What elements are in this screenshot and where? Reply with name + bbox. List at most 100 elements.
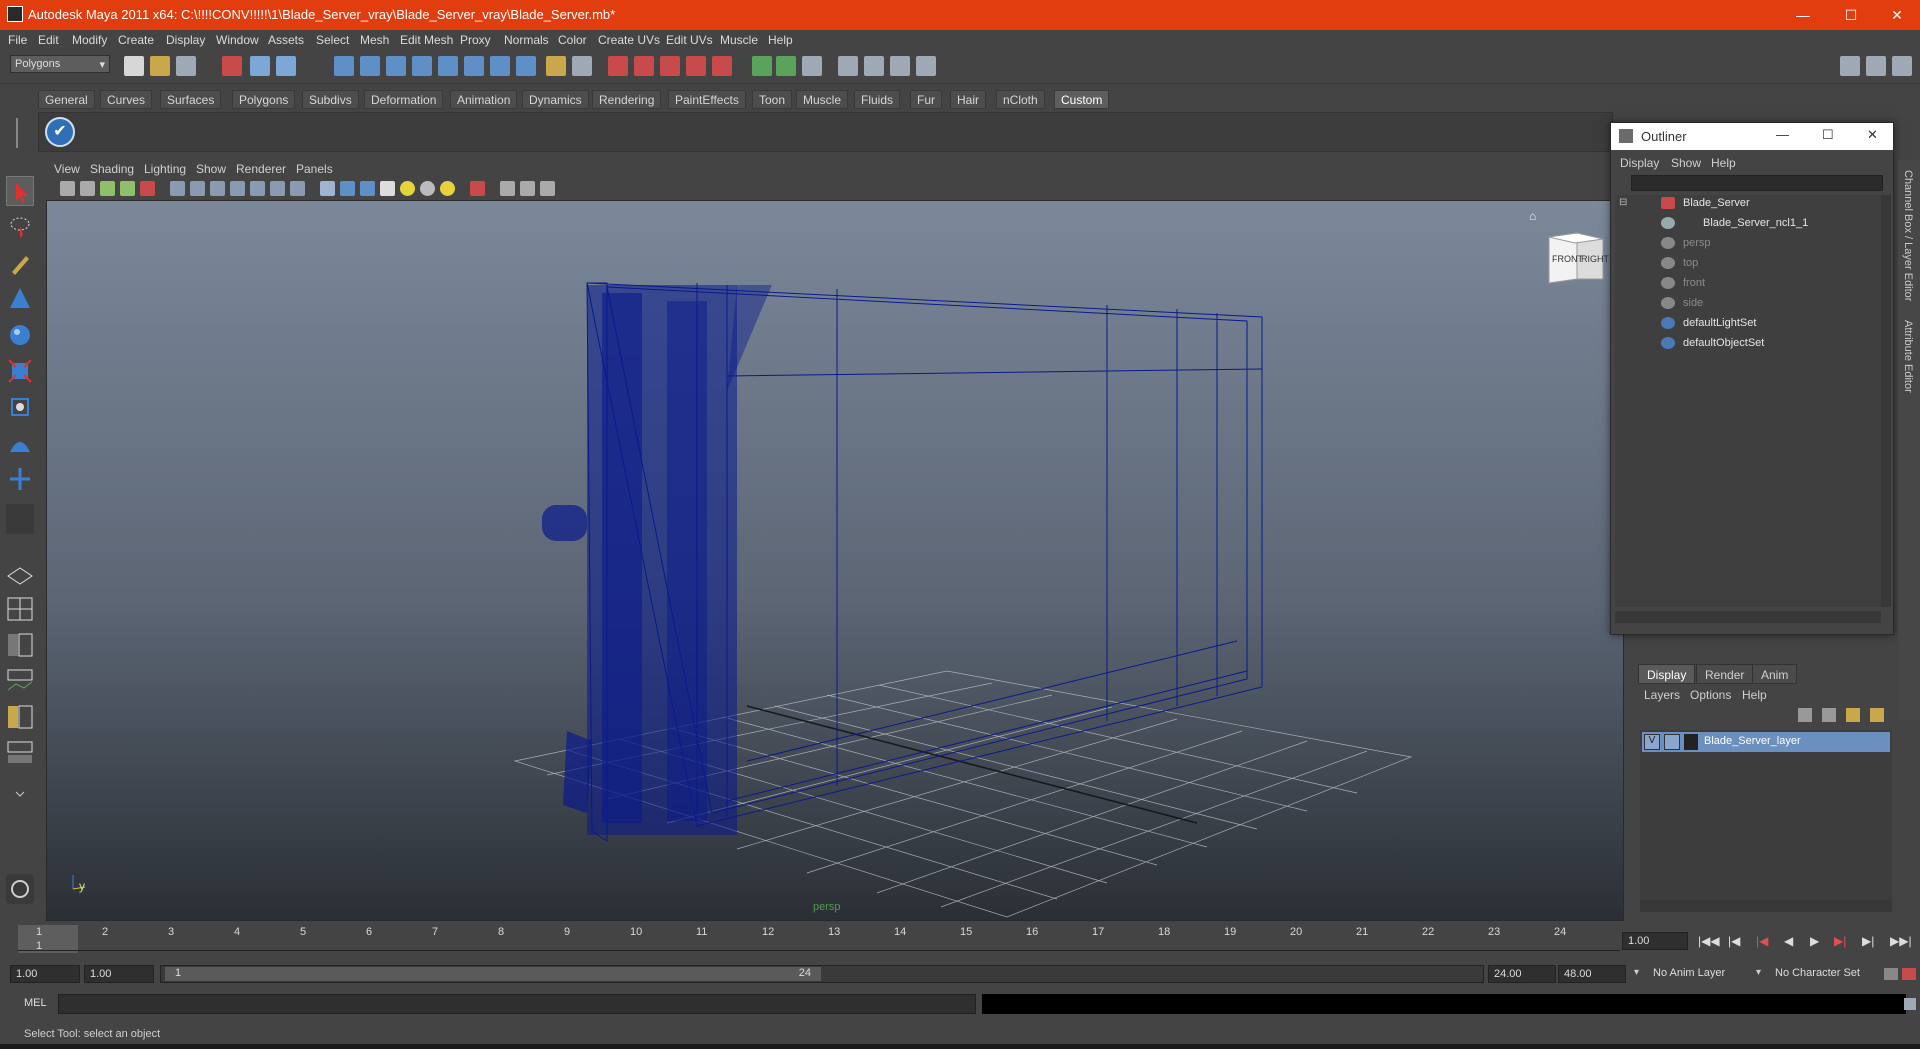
character-set-dropdown[interactable]: No Character Set	[1770, 965, 1880, 983]
panel-menu-lighting[interactable]: Lighting	[144, 162, 186, 176]
layer-horizontal-scrollbar[interactable]	[1640, 900, 1892, 912]
close-button[interactable]: ✕	[1874, 0, 1920, 30]
shelf-tab-dynamics[interactable]: Dynamics	[522, 90, 589, 109]
step-back-key-icon[interactable]: |◀	[1728, 934, 1740, 948]
menu-select[interactable]: Select	[316, 33, 349, 47]
new-scene-icon[interactable]	[124, 56, 144, 76]
attribute-editor-icon[interactable]	[890, 56, 910, 76]
step-forward-frame-icon[interactable]: ▶|	[1834, 934, 1846, 948]
shelf-tab-fluids[interactable]: Fluids	[854, 90, 901, 109]
layer-menu-layers[interactable]: Layers	[1644, 688, 1680, 702]
shelf-tab-fur[interactable]: Fur	[910, 90, 942, 109]
rotate-tool-icon[interactable]	[6, 320, 34, 350]
shelf-tab-animation[interactable]: Animation	[450, 90, 518, 109]
history-icon[interactable]	[608, 56, 628, 76]
manipulator-tool-icon[interactable]	[6, 392, 34, 422]
outliner-maximize-button[interactable]: ☐	[1822, 127, 1834, 143]
outliner-horizontal-scrollbar[interactable]	[1615, 611, 1881, 623]
tool-settings-icon[interactable]	[916, 56, 936, 76]
menu-muscle[interactable]: Muscle	[720, 33, 758, 47]
paint-select-tool-icon[interactable]	[6, 248, 34, 278]
current-time-field[interactable]: 1.00	[1622, 932, 1688, 950]
animation-end-field[interactable]: 48.00	[1558, 965, 1626, 983]
four-view-layout-icon[interactable]	[6, 594, 34, 624]
help-query-icon[interactable]	[516, 56, 536, 76]
key-icon[interactable]	[1884, 968, 1898, 980]
range-slider-handle[interactable]: 1 24	[165, 967, 821, 981]
scale-tool-icon[interactable]	[6, 356, 34, 386]
toggle-channel-box-icon[interactable]	[1840, 56, 1860, 76]
menu-edit-mesh[interactable]: Edit Mesh	[400, 33, 453, 47]
menu-modify[interactable]: Modify	[72, 33, 107, 47]
gate-mask-icon[interactable]	[230, 181, 245, 196]
snap-grid-icon[interactable]	[334, 56, 354, 76]
open-scene-icon[interactable]	[150, 56, 170, 76]
layer-tab-anim[interactable]: Anim	[1752, 664, 1798, 684]
film-gate-icon[interactable]	[190, 181, 205, 196]
layer-color-swatch[interactable]	[1684, 734, 1698, 750]
chevron-down-icon[interactable]: ▾	[1756, 967, 1761, 978]
current-frame-marker[interactable]	[18, 925, 78, 953]
minimize-button[interactable]: —	[1780, 0, 1826, 30]
layer-menu-options[interactable]: Options	[1690, 688, 1731, 702]
render-region-icon[interactable]	[686, 56, 706, 76]
hypershade-icon[interactable]	[838, 56, 858, 76]
view-cube[interactable]: FRONT RIGHT	[1541, 229, 1609, 285]
new-layer-icon[interactable]	[1846, 708, 1860, 722]
menu-edit-uvs[interactable]: Edit UVs	[666, 33, 713, 47]
attribute-editor-tab[interactable]: Attribute Editor	[1902, 320, 1914, 393]
mel-input[interactable]	[58, 994, 976, 1014]
hypershade-layout-icon[interactable]	[6, 702, 34, 732]
outliner-search-input[interactable]	[1631, 175, 1883, 191]
step-back-frame-icon[interactable]: |◀	[1756, 934, 1768, 948]
move-layer-up-icon[interactable]	[1798, 708, 1812, 722]
persp-trax-layout-icon[interactable]	[6, 738, 34, 768]
time-slider[interactable]: 1 1 2 3 4 5 6 7 8 9 10 11 12 13 14 15 16…	[14, 921, 1626, 957]
use-all-lights-icon[interactable]	[400, 181, 415, 196]
shelf-tab-subdivs[interactable]: Subdivs	[302, 90, 359, 109]
range-slider-track[interactable]: 1 24	[160, 965, 1484, 983]
menu-assets[interactable]: Assets	[268, 33, 304, 47]
snap-curve-icon[interactable]	[360, 56, 380, 76]
lasso-tool-icon[interactable]	[6, 212, 34, 242]
image-plane-icon[interactable]	[120, 181, 135, 196]
play-backwards-icon[interactable]: ◀	[1784, 934, 1793, 948]
outliner-vertical-scrollbar[interactable]	[1881, 195, 1891, 607]
new-layer-selected-icon[interactable]	[1870, 708, 1884, 722]
maximize-button[interactable]: ☐	[1828, 0, 1874, 30]
smooth-shade-icon[interactable]	[340, 181, 355, 196]
menu-help[interactable]: Help	[768, 33, 793, 47]
xray-joints-icon[interactable]	[520, 181, 535, 196]
ipr-render-icon[interactable]	[776, 56, 796, 76]
select-hierarchy-icon[interactable]	[222, 56, 242, 76]
isolate-select-icon[interactable]	[470, 181, 485, 196]
shelf-tab-rendering[interactable]: Rendering	[592, 90, 662, 109]
panel-menu-panels[interactable]: Panels	[296, 162, 333, 176]
textured-icon[interactable]	[380, 181, 395, 196]
shelf-tab-surfaces[interactable]: Surfaces	[160, 90, 222, 109]
shelf-tab-toon[interactable]: Toon	[752, 90, 793, 109]
shadows-icon[interactable]	[420, 181, 435, 196]
show-manipulator-tool-icon[interactable]	[6, 464, 34, 494]
outliner-item[interactable]: Blade_Server_ncl1_1	[1703, 217, 1808, 229]
wireframe-on-shaded-icon[interactable]	[360, 181, 375, 196]
select-object-icon[interactable]	[250, 56, 270, 76]
lock-icon[interactable]	[546, 56, 566, 76]
layer-tab-display[interactable]: Display	[1638, 664, 1696, 684]
outliner-item[interactable]: defaultObjectSet	[1683, 337, 1764, 349]
snap-view-icon[interactable]	[490, 56, 510, 76]
soft-modification-tool-icon[interactable]	[6, 428, 34, 458]
layer-visibility-toggle[interactable]: V	[1644, 734, 1660, 750]
menu-create[interactable]: Create	[118, 33, 154, 47]
home-icon[interactable]: ⌂	[1529, 209, 1536, 223]
toggle-attribute-editor-icon[interactable]	[1866, 56, 1886, 76]
safe-title-icon[interactable]	[290, 181, 305, 196]
wireframe-icon[interactable]	[320, 181, 335, 196]
play-forwards-icon[interactable]: ▶	[1810, 934, 1819, 948]
layout-menu-expander-icon[interactable]	[6, 778, 34, 808]
high-quality-icon[interactable]	[440, 181, 455, 196]
auto-key-icon[interactable]	[1902, 968, 1916, 980]
menu-color[interactable]: Color	[558, 33, 587, 47]
shelf-tab-general[interactable]: General	[38, 90, 95, 109]
outliner-title-bar[interactable]: Outliner — ☐ ✕	[1611, 123, 1893, 150]
